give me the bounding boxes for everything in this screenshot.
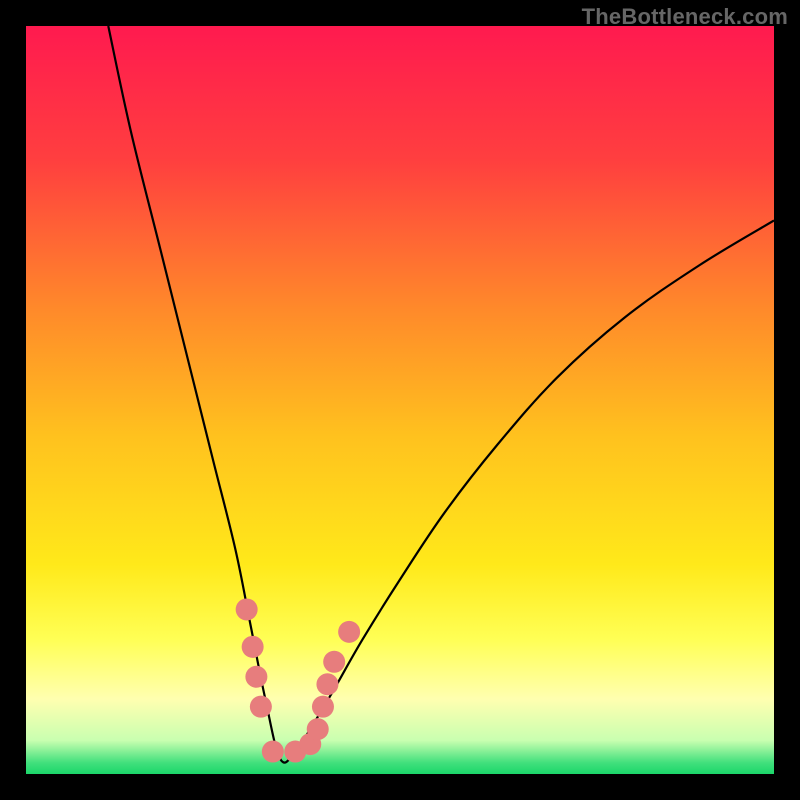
marker-point: [262, 741, 284, 763]
marker-point: [316, 673, 338, 695]
marker-point: [250, 696, 272, 718]
watermark-text: TheBottleneck.com: [582, 4, 788, 30]
marker-point: [307, 718, 329, 740]
marker-point: [242, 636, 264, 658]
chart-svg: [26, 26, 774, 774]
marker-point: [323, 651, 345, 673]
marker-point: [338, 621, 360, 643]
chart-background: [26, 26, 774, 774]
plot-area: [26, 26, 774, 774]
marker-point: [312, 696, 334, 718]
marker-point: [245, 666, 267, 688]
marker-point: [236, 598, 258, 620]
chart-frame: TheBottleneck.com: [0, 0, 800, 800]
